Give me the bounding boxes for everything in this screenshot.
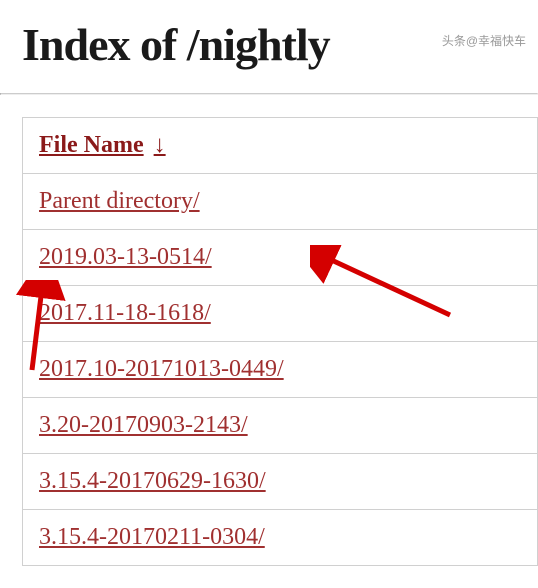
table-row: 3.15.4-20170629-1630/: [23, 454, 537, 510]
directory-link[interactable]: 3.20-20170903-2143/: [39, 412, 248, 438]
file-listing-table: File Name ↓ Parent directory/ 2019.03-13…: [22, 117, 538, 566]
table-row: 3.20-20170903-2143/: [23, 398, 537, 454]
column-header-filename[interactable]: File Name: [39, 132, 144, 159]
directory-link[interactable]: 3.15.4-20170211-0304/: [39, 524, 265, 550]
directory-link[interactable]: 2017.10-20171013-0449/: [39, 356, 284, 382]
directory-link[interactable]: 2019.03-13-0514/: [39, 244, 212, 270]
table-header-row: File Name ↓: [23, 118, 537, 174]
section-divider: [0, 93, 538, 95]
directory-link[interactable]: 2017.11-18-1618/: [39, 300, 211, 326]
table-row: 2017.11-18-1618/: [23, 286, 537, 342]
table-row: 2019.03-13-0514/: [23, 230, 537, 286]
table-row: 2017.10-20171013-0449/: [23, 342, 537, 398]
watermark-text: 头条@幸福快车: [442, 32, 526, 49]
parent-directory-link[interactable]: Parent directory/: [39, 188, 200, 214]
table-row: 3.15.4-20170211-0304/: [23, 510, 537, 566]
directory-link[interactable]: 3.15.4-20170629-1630/: [39, 468, 266, 494]
table-row: Parent directory/: [23, 174, 537, 230]
sort-indicator-icon[interactable]: ↓: [154, 132, 166, 158]
